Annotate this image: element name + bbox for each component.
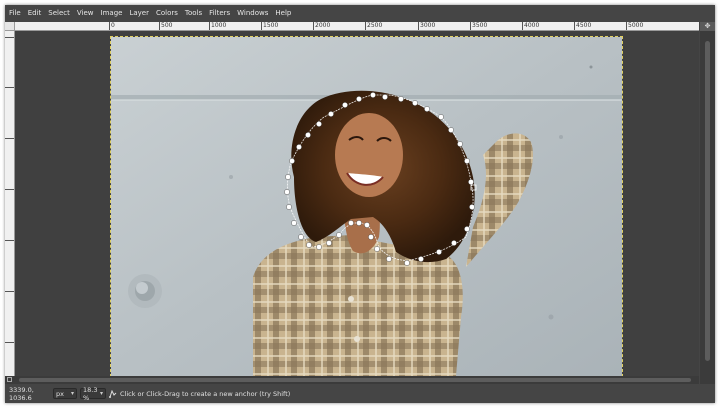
navigate-icon[interactable]: ✥ [700,22,715,31]
menu-help[interactable]: Help [272,5,294,22]
ruler-label: 500 [161,22,173,29]
image-canvas[interactable] [15,31,699,377]
vertical-ruler[interactable] [5,31,15,376]
ruler-label: 2500 [367,22,383,29]
photo [111,37,622,376]
menu-select[interactable]: Select [45,5,73,22]
ruler-tick [626,22,627,30]
zoom-value: 18.3 % [83,385,98,402]
statusbar: 3339.0, 1036.6 px ▾ 18.3 % ▾ Click or Cl… [5,384,715,403]
menu-filters[interactable]: Filters [206,5,233,22]
ruler-label: 1000 [211,22,227,29]
ruler-tick [313,22,314,30]
ruler-tick [418,22,419,30]
photo-layer[interactable] [110,36,623,377]
scroll-thumb[interactable] [19,378,691,382]
ruler-label: 4500 [576,22,592,29]
gimp-window: File Edit Select View Image Layer Colors… [5,5,715,403]
ruler-label: 3500 [472,22,488,29]
ruler-tick [159,22,160,30]
horizontal-scrollbar[interactable] [15,376,699,384]
zoom-dropdown[interactable]: 18.3 % ▾ [80,385,106,402]
menu-edit[interactable]: Edit [25,5,45,22]
ruler-corner[interactable] [5,22,15,31]
ruler-tick [470,22,471,30]
menu-view[interactable]: View [74,5,97,22]
ruler-tick [5,189,14,190]
menubar: File Edit Select View Image Layer Colors… [5,5,715,22]
ruler-tick [5,37,14,38]
ruler-tick [5,240,14,241]
unit-dropdown[interactable]: px ▾ [53,388,77,399]
ruler-label: 0 [111,22,115,29]
quick-mask-toggle-icon[interactable] [5,376,15,384]
ruler-tick [365,22,366,30]
ruler-tick [5,291,14,292]
ruler-label: 5000 [628,22,644,29]
tool-icon [109,389,117,398]
ruler-tick [5,87,14,88]
ruler-tick [522,22,523,30]
ruler-tick [261,22,262,30]
ruler-tick [574,22,575,30]
ruler-tick [109,22,110,30]
ruler-label: 4000 [524,22,540,29]
ruler-tick [209,22,210,30]
pointer-coordinates: 3339.0, 1036.6 [9,385,34,402]
ruler-label: 3000 [420,22,436,29]
menu-colors[interactable]: Colors [153,5,181,22]
chevron-down-icon: ▾ [70,390,74,397]
ruler-label: 2000 [315,22,331,29]
menu-tools[interactable]: Tools [182,5,205,22]
menu-windows[interactable]: Windows [234,5,271,22]
ruler-tick [5,138,14,139]
menu-layer[interactable]: Layer [126,5,152,22]
scroll-thumb[interactable] [705,41,710,361]
ruler-tick [5,342,14,343]
status-message: Click or Click-Drag to create a new anch… [120,389,291,398]
menu-file[interactable]: File [6,5,24,22]
vertical-scrollbar[interactable] [700,31,715,376]
unit-value: px [56,389,64,398]
horizontal-ruler[interactable]: 0 500 1000 1500 2000 2500 3000 3500 4000… [15,22,699,31]
ruler-label: 1500 [263,22,279,29]
zoom-to-fit-icon[interactable] [700,376,715,384]
chevron-down-icon: ▾ [99,390,103,397]
menu-image[interactable]: Image [98,5,126,22]
